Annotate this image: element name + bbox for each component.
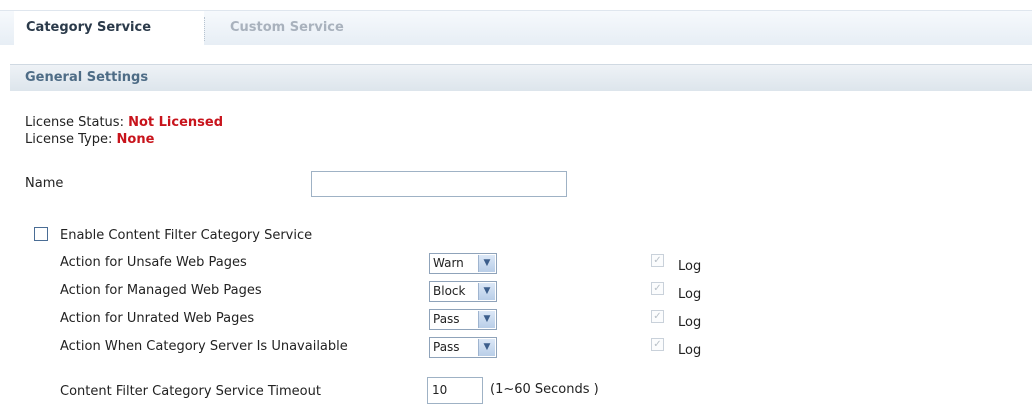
action-label-managed: Action for Managed Web Pages xyxy=(60,283,262,298)
select-value: Pass xyxy=(433,312,460,326)
action-select-unsafe[interactable]: Warn ▼ xyxy=(429,253,497,274)
license-status-value: Not Licensed xyxy=(128,115,224,130)
name-input[interactable] xyxy=(311,171,567,197)
check-icon: ✓ xyxy=(653,311,662,322)
action-select-managed[interactable]: Block ▼ xyxy=(429,281,497,302)
tab-custom-service[interactable]: Custom Service xyxy=(230,11,344,45)
license-type: License Type: None xyxy=(25,132,154,147)
enable-category-service-checkbox[interactable] xyxy=(34,227,48,241)
select-value: Warn xyxy=(433,256,464,270)
check-icon: ✓ xyxy=(653,283,662,294)
timeout-input[interactable]: 10 xyxy=(427,377,483,404)
log-checkbox-server-unavailable[interactable]: ✓ xyxy=(651,338,664,351)
log-label-managed: Log xyxy=(678,287,702,302)
tab-divider xyxy=(204,17,205,41)
license-status: License Status: Not Licensed xyxy=(25,115,223,130)
log-checkbox-managed[interactable]: ✓ xyxy=(651,282,664,295)
section-header: General Settings xyxy=(10,64,1032,91)
action-label-unrated: Action for Unrated Web Pages xyxy=(60,311,255,326)
chevron-down-icon: ▼ xyxy=(478,339,495,356)
name-label: Name xyxy=(25,176,64,191)
tab-bar: Category Service Custom Service xyxy=(0,10,1032,45)
timeout-hint: (1~60 Seconds ) xyxy=(490,382,599,397)
log-checkbox-unsafe[interactable]: ✓ xyxy=(651,254,664,267)
chevron-down-icon: ▼ xyxy=(478,255,495,272)
check-icon: ✓ xyxy=(653,339,662,350)
timeout-label: Content Filter Category Service Timeout xyxy=(60,384,321,399)
log-label-unrated: Log xyxy=(678,315,702,330)
action-select-server-unavailable[interactable]: Pass ▼ xyxy=(429,337,497,358)
action-label-server-unavailable: Action When Category Server Is Unavailab… xyxy=(60,339,348,354)
license-type-label: License Type: xyxy=(25,132,113,147)
check-icon: ✓ xyxy=(653,255,662,266)
license-status-label: License Status: xyxy=(25,115,124,130)
section-title: General Settings xyxy=(25,70,149,85)
chevron-down-icon: ▼ xyxy=(478,311,495,328)
license-type-value: None xyxy=(116,132,155,147)
select-value: Block xyxy=(433,284,466,298)
log-checkbox-unrated[interactable]: ✓ xyxy=(651,310,664,323)
log-label-unsafe: Log xyxy=(678,259,702,274)
log-label-server-unavailable: Log xyxy=(678,343,702,358)
action-label-unsafe: Action for Unsafe Web Pages xyxy=(60,255,247,270)
enable-category-service-label: Enable Content Filter Category Service xyxy=(60,228,313,243)
tab-category-service[interactable]: Category Service xyxy=(14,11,204,45)
action-select-unrated[interactable]: Pass ▼ xyxy=(429,309,497,330)
select-value: Pass xyxy=(433,340,460,354)
chevron-down-icon: ▼ xyxy=(478,283,495,300)
